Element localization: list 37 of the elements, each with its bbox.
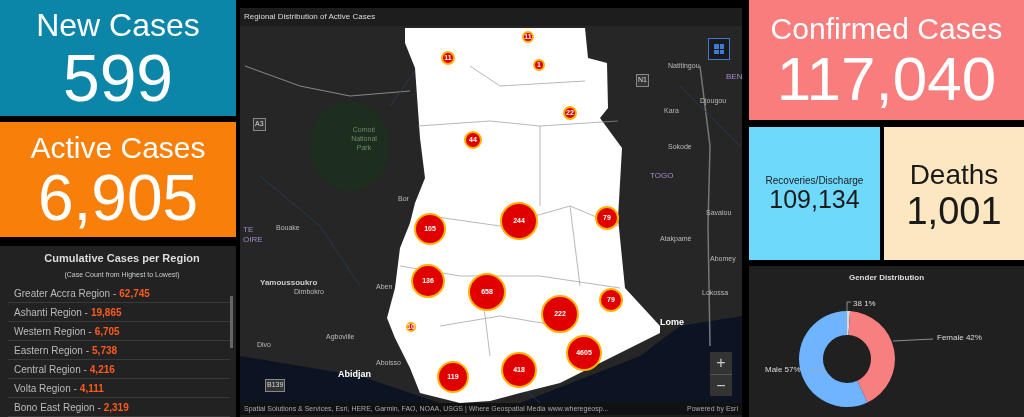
stat-label: Deaths — [909, 158, 999, 192]
place-label: Abidjan — [338, 368, 371, 381]
list-title: Cumulative Cases per Region — [43, 251, 201, 266]
place-label: Yamoussoukro — [260, 277, 318, 289]
region-row[interactable]: Volta Region - 4,111 — [8, 379, 230, 398]
region-row[interactable]: Central Region - 4,216 — [8, 360, 230, 379]
region-row[interactable]: Ashanti Region - 19,865 — [8, 303, 230, 322]
place-label: BEN — [726, 71, 742, 83]
slice-label: Male 57% — [764, 365, 801, 374]
stat-value: 109,134 — [769, 187, 860, 213]
leader-line — [808, 369, 825, 371]
region-row[interactable]: Greater Accra Region - 62,745 — [8, 284, 230, 303]
stat-label: Recoveries/Discharge — [765, 174, 864, 188]
region-row[interactable]: Bono East Region - 2,319 — [8, 398, 230, 417]
slice-label: 38 1% — [852, 299, 876, 308]
place-label: Lome — [660, 316, 684, 329]
stat-label: Active Cases — [30, 129, 206, 166]
zoom-out-button[interactable]: − — [710, 374, 732, 396]
place-label: OIRE — [243, 234, 263, 246]
stat-label: New Cases — [36, 5, 200, 45]
map-title: Regional Distribution of Active Cases — [243, 11, 377, 23]
scrollbar[interactable] — [230, 296, 233, 348]
place-label: TE — [243, 224, 254, 236]
place-label: TOGO — [650, 170, 674, 182]
zoom-in-button[interactable]: + — [710, 352, 732, 374]
region-row[interactable]: Eastern Region - 5,738 — [8, 341, 230, 360]
chart-title: Gender Distribution — [848, 272, 925, 284]
leader-line — [892, 338, 933, 342]
stat-value: 6,905 — [37, 166, 199, 230]
stat-value: 1,001 — [906, 192, 1002, 230]
basemap-toggle-button[interactable] — [708, 38, 730, 60]
stat-value: 117,040 — [776, 47, 997, 110]
leader-line — [846, 301, 851, 312]
stat-label: Confirmed Cases — [770, 11, 1003, 48]
region-row[interactable]: Western Region - 6,705 — [8, 322, 230, 341]
stat-value: 599 — [62, 44, 174, 111]
slice-label: Female 42% — [936, 333, 982, 342]
